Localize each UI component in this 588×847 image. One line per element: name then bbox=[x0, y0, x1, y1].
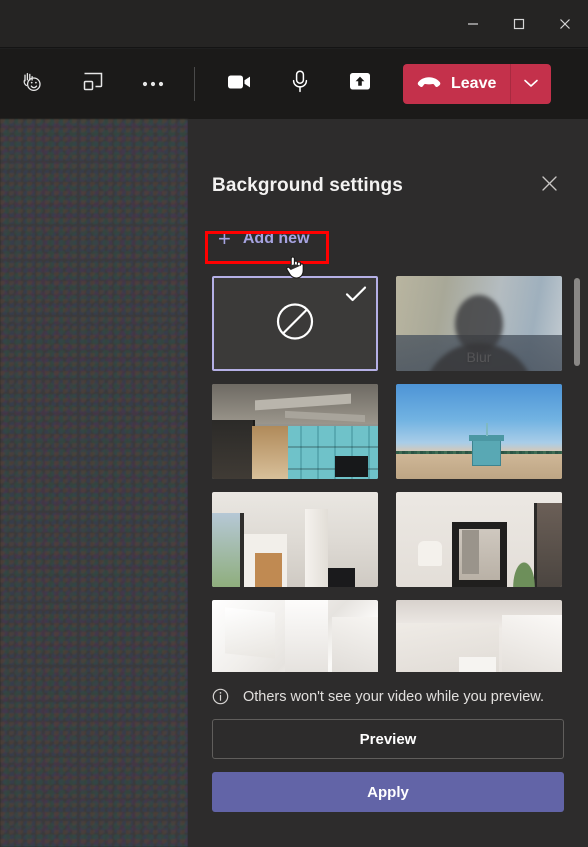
background-thumb-room1[interactable] bbox=[212, 492, 378, 587]
backgrounds-grid: Blur bbox=[212, 276, 564, 672]
meeting-toolbar: Leave bbox=[0, 49, 588, 119]
background-thumb-beach[interactable] bbox=[396, 384, 562, 479]
more-options-icon bbox=[141, 75, 165, 93]
window-titlebar bbox=[0, 0, 588, 48]
hangup-icon bbox=[417, 75, 441, 94]
minimize-button[interactable] bbox=[450, 0, 496, 48]
add-new-row: + Add new bbox=[188, 201, 588, 255]
checkmark-icon bbox=[345, 285, 367, 308]
apply-button[interactable]: Apply bbox=[212, 772, 564, 812]
info-icon bbox=[212, 688, 229, 705]
rooms-icon bbox=[81, 70, 105, 99]
share-screen-icon bbox=[348, 71, 372, 98]
leave-button[interactable]: Leave bbox=[403, 64, 510, 104]
beach-preview-art bbox=[396, 384, 562, 479]
rooms-button[interactable] bbox=[72, 63, 114, 105]
panel-footer: Others won't see your video while you pr… bbox=[188, 672, 588, 812]
maximize-icon bbox=[512, 17, 526, 31]
close-button[interactable] bbox=[542, 0, 588, 48]
office-preview-art bbox=[212, 384, 378, 479]
toolbar-divider bbox=[194, 67, 195, 101]
panel-header: Background settings bbox=[188, 119, 588, 201]
teams-meeting-window: Leave Background settings + Add new Othe… bbox=[0, 0, 588, 847]
preview-button-label: Preview bbox=[359, 730, 417, 748]
close-panel-button[interactable] bbox=[534, 171, 564, 201]
preview-button[interactable]: Preview bbox=[212, 719, 564, 759]
mirror-room-preview-art bbox=[396, 492, 562, 587]
background-thumb-white1[interactable] bbox=[212, 600, 378, 672]
close-icon bbox=[541, 175, 558, 197]
camera-button[interactable] bbox=[219, 63, 261, 105]
apply-button-label: Apply bbox=[367, 783, 409, 801]
backgrounds-scroll-area[interactable]: Blur bbox=[188, 276, 588, 672]
no-background-icon bbox=[272, 298, 318, 349]
room-preview-art bbox=[212, 492, 378, 587]
page-title: Background settings bbox=[212, 175, 403, 196]
maximize-button[interactable] bbox=[496, 0, 542, 48]
reactions-button[interactable] bbox=[12, 63, 54, 105]
background-thumb-office[interactable] bbox=[212, 384, 378, 479]
microphone-icon bbox=[290, 69, 310, 100]
leave-button-group[interactable]: Leave bbox=[403, 64, 552, 104]
preview-note-text: Others won't see your video while you pr… bbox=[243, 688, 544, 705]
camera-icon bbox=[227, 72, 253, 97]
microphone-button[interactable] bbox=[279, 63, 321, 105]
minimize-icon bbox=[466, 17, 480, 31]
close-icon bbox=[558, 17, 572, 31]
background-thumb-white2[interactable] bbox=[396, 600, 562, 672]
white-room-preview-art-2 bbox=[396, 600, 562, 672]
share-screen-button[interactable] bbox=[339, 63, 381, 105]
more-options-button[interactable] bbox=[132, 63, 174, 105]
preview-note: Others won't see your video while you pr… bbox=[212, 672, 564, 719]
white-room-preview-art bbox=[212, 600, 378, 672]
scrollbar-thumb[interactable] bbox=[574, 278, 580, 366]
leave-button-label: Leave bbox=[451, 75, 497, 92]
leave-dropdown-button[interactable] bbox=[511, 64, 551, 104]
background-thumb-room2[interactable] bbox=[396, 492, 562, 587]
background-thumb-none[interactable] bbox=[212, 276, 378, 371]
background-settings-panel: Background settings + Add new Others won… bbox=[188, 119, 588, 847]
self-video-feed bbox=[0, 119, 188, 847]
add-new-button[interactable]: + Add new bbox=[212, 223, 320, 255]
add-new-label: Add new bbox=[242, 230, 310, 247]
plus-icon: + bbox=[218, 226, 231, 251]
chevron-down-icon bbox=[523, 75, 539, 93]
backgrounds-scrollbar[interactable] bbox=[574, 276, 580, 672]
background-thumb-blur[interactable]: Blur bbox=[396, 276, 562, 371]
raise-hand-reactions-icon bbox=[20, 69, 46, 100]
